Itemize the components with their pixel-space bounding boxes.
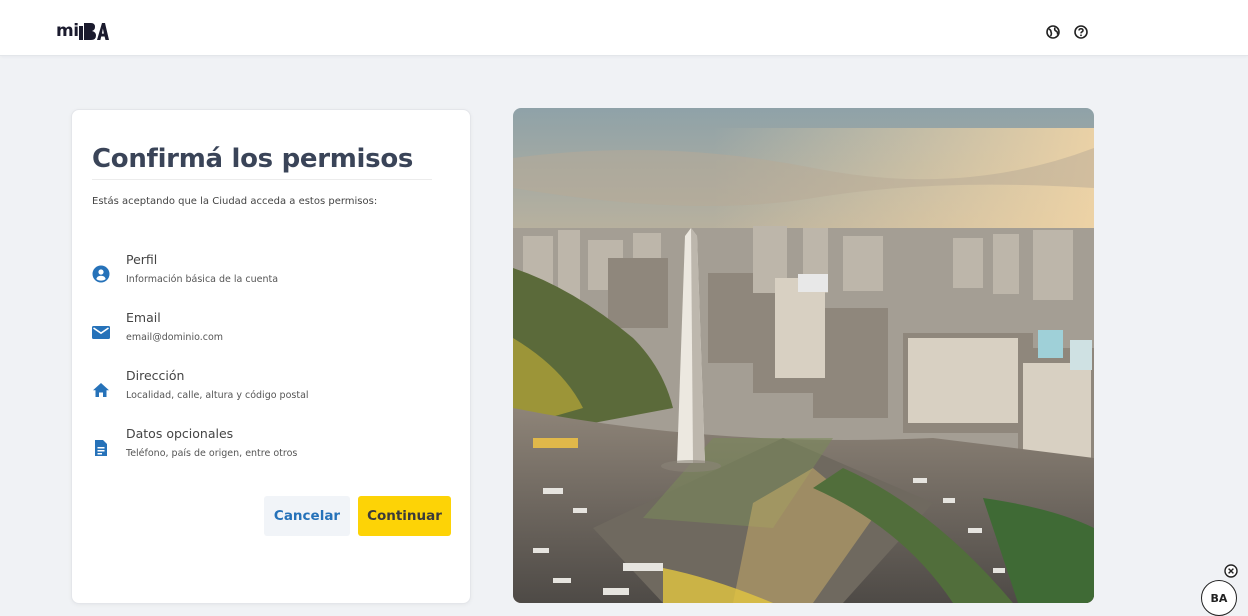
help-icon[interactable] <box>1074 24 1088 39</box>
ba-assistant-label: BA <box>1210 591 1228 605</box>
permission-description: Información básica de la cuenta <box>126 274 279 285</box>
title-divider <box>92 179 432 180</box>
page-title: Confirmá los permisos <box>92 144 414 174</box>
permission-item-direccion: Dirección Localidad, calle, altura y cód… <box>92 368 309 401</box>
permission-label: Perfil <box>126 252 158 267</box>
permission-item-datos-opcionales: Datos opcionales Teléfono, país de orige… <box>92 426 297 459</box>
permission-item-email: Email email@dominio.com <box>92 310 223 343</box>
close-circle-icon[interactable] <box>1224 563 1238 578</box>
ba-assistant-button[interactable]: BA <box>1201 580 1237 616</box>
permissions-card: Confirmá los permisos Estás aceptando qu… <box>71 109 471 604</box>
user-icon <box>92 265 110 283</box>
city-photo <box>513 108 1094 603</box>
top-bar: mi <box>0 0 1248 56</box>
permission-label: Datos opcionales <box>126 426 234 441</box>
email-icon <box>92 323 110 341</box>
logo-text: mi <box>56 21 79 41</box>
logo[interactable]: mi <box>56 22 109 40</box>
permission-label: Dirección <box>126 368 185 383</box>
subtitle: Estás aceptando que la Ciudad acceda a e… <box>92 196 378 207</box>
permission-description: email@dominio.com <box>126 332 224 343</box>
document-icon <box>92 439 110 457</box>
permission-label: Email <box>126 310 161 325</box>
permission-description: Localidad, calle, altura y código postal <box>126 390 309 401</box>
permission-description: Teléfono, país de origen, entre otros <box>126 448 298 459</box>
continue-button[interactable]: Continuar <box>358 496 451 536</box>
cancel-button[interactable]: Cancelar <box>264 496 350 536</box>
home-icon <box>92 381 110 399</box>
logo-mark-icon <box>78 23 109 40</box>
permission-item-perfil: Perfil Información básica de la cuenta <box>92 252 278 285</box>
globe-icon[interactable] <box>1046 24 1060 39</box>
